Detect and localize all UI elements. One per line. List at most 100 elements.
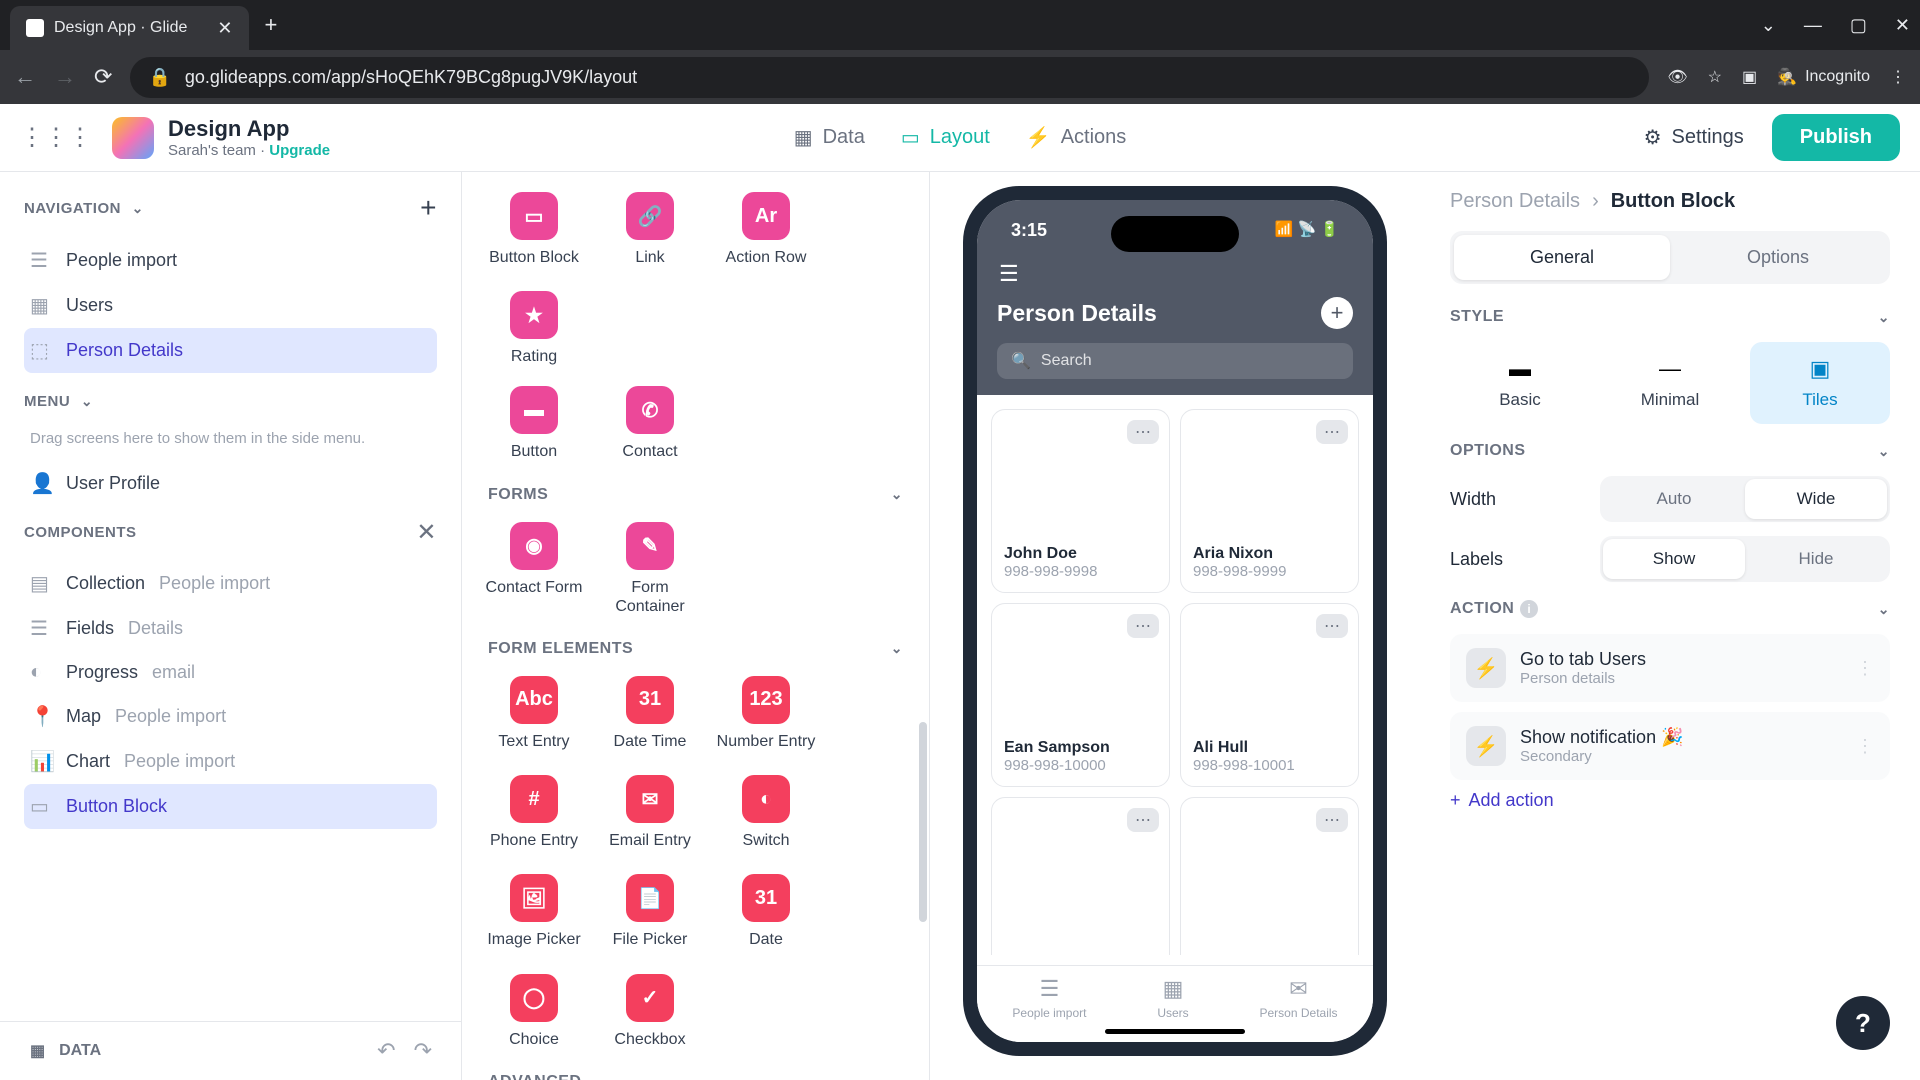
tab-options[interactable]: Options xyxy=(1670,235,1886,280)
card-menu-icon[interactable]: ⋯ xyxy=(1127,420,1159,444)
close-window-icon[interactable]: ✕ xyxy=(1895,15,1910,36)
tab-general[interactable]: General xyxy=(1454,235,1670,280)
comp-item-collection[interactable]: ▤Collection People import xyxy=(24,561,437,606)
tabs-dropdown-icon[interactable]: ⌄ xyxy=(1761,15,1776,36)
navigation-header[interactable]: NAVIGATION ⌄ + xyxy=(24,192,437,224)
comp-item-fields[interactable]: ☰Fields Details xyxy=(24,606,437,651)
refresh-button[interactable]: ⟳ xyxy=(94,64,112,90)
form-elements-section-header[interactable]: FORM ELEMENTS⌄ xyxy=(462,620,929,672)
menu-icon[interactable]: ⋮ xyxy=(1890,67,1906,87)
labels-hide[interactable]: Hide xyxy=(1745,539,1887,579)
picker-item-r1-1[interactable]: 🔗Link xyxy=(596,188,704,271)
card-menu-icon[interactable]: ⋯ xyxy=(1316,614,1348,638)
nav-item-person-details[interactable]: ⬚Person Details xyxy=(24,328,437,373)
width-wide[interactable]: Wide xyxy=(1745,479,1887,519)
action-card[interactable]: ⚡ Show notification 🎉Secondary ⋮ xyxy=(1450,712,1890,780)
info-icon[interactable]: i xyxy=(1520,600,1538,618)
width-auto[interactable]: Auto xyxy=(1603,479,1745,519)
labels-show[interactable]: Show xyxy=(1603,539,1745,579)
picker-item-r2-1[interactable]: ✆Contact xyxy=(596,382,704,465)
picker-item-el-2[interactable]: 123Number Entry xyxy=(712,672,820,755)
tab-actions[interactable]: ⚡Actions xyxy=(1026,125,1127,150)
picker-item-forms-1[interactable]: ✎Form Container xyxy=(596,518,704,620)
tab-data[interactable]: ▦Data xyxy=(794,125,865,150)
picker-item-r1-0[interactable]: ▭Button Block xyxy=(480,188,588,271)
card-menu-icon[interactable]: ⋯ xyxy=(1316,808,1348,832)
help-button[interactable]: ? xyxy=(1836,996,1890,1050)
phone-tab-people[interactable]: ☰People import xyxy=(1012,976,1086,1020)
settings-button[interactable]: ⚙Settings xyxy=(1644,125,1744,150)
picker-item-el-9[interactable]: ◯Choice xyxy=(480,970,588,1053)
panel-icon[interactable]: ▣ xyxy=(1742,67,1757,87)
picker-item-el-10[interactable]: ✓Checkbox xyxy=(596,970,704,1053)
browser-tab[interactable]: Design App · Glide ✕ xyxy=(10,6,249,50)
advanced-section-header[interactable]: ADVANCED⌄ xyxy=(462,1053,929,1080)
style-minimal[interactable]: —Minimal xyxy=(1600,342,1740,424)
grid-menu-icon[interactable]: ⋮⋮⋮ xyxy=(20,123,92,152)
hamburger-icon[interactable]: ☰ xyxy=(999,261,1019,286)
picker-item-el-3[interactable]: #Phone Entry xyxy=(480,771,588,854)
card-menu-icon[interactable]: ⋯ xyxy=(1316,420,1348,444)
style-section-header[interactable]: STYLE⌄ xyxy=(1450,308,1890,326)
forward-button[interactable]: → xyxy=(54,64,76,90)
style-tiles[interactable]: ▣Tiles xyxy=(1750,342,1890,424)
undo-button[interactable]: ↶ xyxy=(377,1038,395,1064)
upgrade-link[interactable]: Upgrade xyxy=(269,142,330,159)
picker-item-r1-2[interactable]: ArAction Row xyxy=(712,188,820,271)
picker-item-el-1[interactable]: 31Date Time xyxy=(596,672,704,755)
person-card[interactable]: ⋯Ean Sampson998-998-10000 xyxy=(991,603,1170,787)
menu-header[interactable]: MENU ⌄ xyxy=(24,393,437,410)
close-components-icon[interactable]: ✕ xyxy=(416,518,437,547)
new-tab-button[interactable]: + xyxy=(265,12,278,38)
bookmark-icon[interactable]: ☆ xyxy=(1708,67,1722,87)
eye-icon[interactable]: 👁 xyxy=(1667,67,1687,87)
maximize-icon[interactable]: ▢ xyxy=(1850,15,1867,36)
picker-item-r2-0[interactable]: ▬Button xyxy=(480,382,588,465)
style-basic[interactable]: ▬Basic xyxy=(1450,342,1590,424)
options-section-header[interactable]: OPTIONS⌄ xyxy=(1450,442,1890,460)
publish-button[interactable]: Publish xyxy=(1772,114,1900,161)
action-section-header[interactable]: ACTIONi⌄ xyxy=(1450,600,1890,618)
picker-item-el-7[interactable]: 📄File Picker xyxy=(596,870,704,953)
back-button[interactable]: ← xyxy=(14,64,36,90)
menu-item-user-profile[interactable]: 👤User Profile xyxy=(24,461,437,506)
url-input[interactable]: 🔒 go.glideapps.com/app/sHoQEhK79BCg8pugJ… xyxy=(130,57,1649,98)
add-button[interactable]: + xyxy=(1321,297,1353,329)
comp-item-progress[interactable]: ◐Progress email xyxy=(24,651,437,694)
data-tab[interactable]: ▦DATA xyxy=(30,1041,101,1061)
person-card[interactable]: ⋯ xyxy=(1180,797,1359,955)
nav-item-people-import[interactable]: ☰People import xyxy=(24,238,437,283)
comp-item-button-block[interactable]: ▭Button Block xyxy=(24,784,437,829)
action-card[interactable]: ⚡ Go to tab UsersPerson details ⋮ xyxy=(1450,634,1890,702)
phone-tab-person-details[interactable]: ✉Person Details xyxy=(1260,976,1338,1020)
picker-item-el-0[interactable]: AbcText Entry xyxy=(480,672,588,755)
search-input[interactable]: 🔍Search xyxy=(997,343,1353,379)
nav-item-users[interactable]: ▦Users xyxy=(24,283,437,328)
drag-handle-icon[interactable]: ⋮ xyxy=(1856,658,1874,679)
person-card[interactable]: ⋯Ali Hull998-998-10001 xyxy=(1180,603,1359,787)
comp-item-map[interactable]: 📍Map People import xyxy=(24,694,437,739)
card-menu-icon[interactable]: ⋯ xyxy=(1127,808,1159,832)
person-card[interactable]: ⋯ xyxy=(991,797,1170,955)
comp-item-chart[interactable]: 📊Chart People import xyxy=(24,739,437,784)
picker-item-el-6[interactable]: 🖼Image Picker xyxy=(480,870,588,953)
card-menu-icon[interactable]: ⋯ xyxy=(1127,614,1159,638)
person-card[interactable]: ⋯John Doe998-998-9998 xyxy=(991,409,1170,593)
scrollbar[interactable] xyxy=(919,722,927,922)
phone-tab-users[interactable]: ▦Users xyxy=(1157,976,1188,1020)
drag-handle-icon[interactable]: ⋮ xyxy=(1856,736,1874,757)
tab-layout[interactable]: ▭Layout xyxy=(901,125,990,150)
tab-close-icon[interactable]: ✕ xyxy=(217,18,232,39)
minimize-icon[interactable]: — xyxy=(1804,15,1822,36)
redo-button[interactable]: ↷ xyxy=(414,1038,432,1064)
breadcrumb-parent[interactable]: Person Details xyxy=(1450,190,1580,213)
picker-item-forms-0[interactable]: ◉Contact Form xyxy=(480,518,588,620)
forms-section-header[interactable]: FORMS⌄ xyxy=(462,466,929,518)
incognito-badge[interactable]: 🕵 Incognito xyxy=(1777,67,1870,87)
picker-item-el-4[interactable]: ✉Email Entry xyxy=(596,771,704,854)
picker-item-el-5[interactable]: ◐Switch xyxy=(712,771,820,854)
add-action-button[interactable]: +Add action xyxy=(1450,790,1890,811)
picker-item-el-8[interactable]: 31Date xyxy=(712,870,820,953)
picker-item-r1-3[interactable]: ★Rating xyxy=(480,287,588,370)
add-nav-button[interactable]: + xyxy=(420,192,437,224)
